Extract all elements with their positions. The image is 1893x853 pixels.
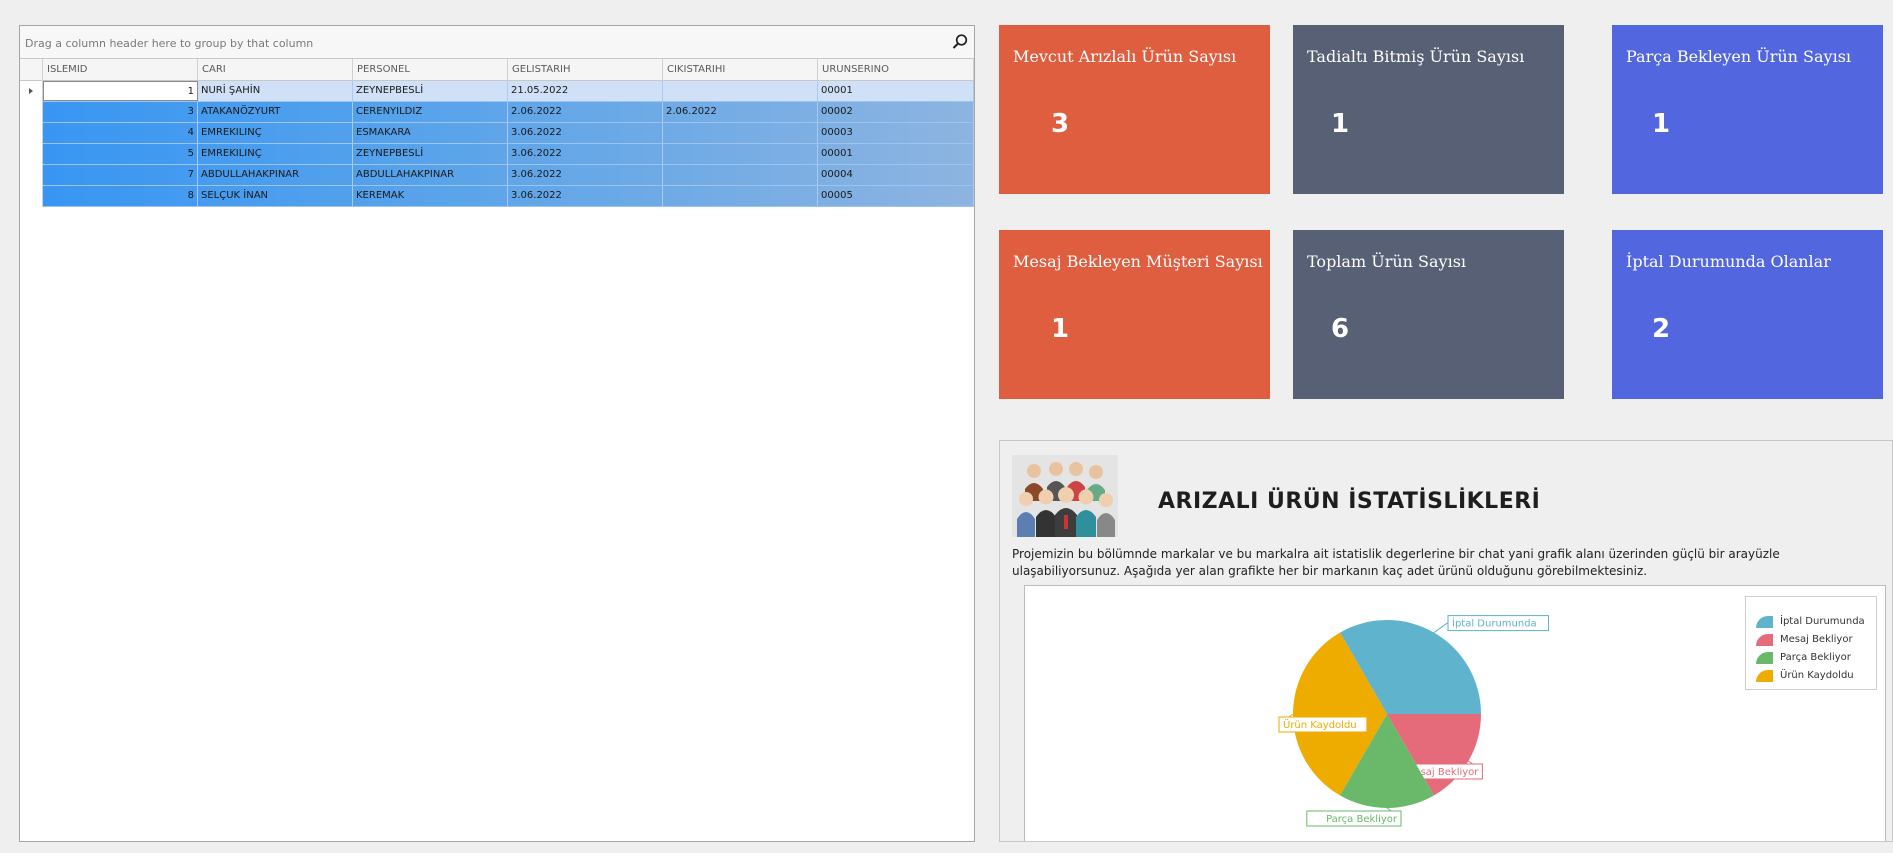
tile-mesaj-bekleyen[interactable]: Mesaj Bekleyen Müşteri Sayısı 1 [999, 230, 1270, 399]
cell-islemid[interactable]: 7 [43, 165, 198, 185]
cell-cari[interactable]: ATAKANÖZYURT [198, 102, 353, 122]
tile-iptal-durumunda[interactable]: İptal Durumunda Olanlar 2 [1612, 230, 1883, 399]
legend-label: Ürün Kaydoldu [1780, 670, 1854, 681]
cell-cikistarihi[interactable]: 2.06.2022 [663, 102, 818, 122]
cell-islemid[interactable]: 3 [43, 102, 198, 122]
stats-title: ARIZALI ÜRÜN İSTATİSLİKLERİ [1158, 489, 1541, 514]
grid-header-row: ISLEMID CARI PERSONEL GELISTARIH CIKISTA… [20, 59, 974, 81]
column-header-urunserino[interactable]: URUNSERINO [818, 59, 974, 81]
row-indicator[interactable] [20, 165, 43, 186]
legend-label: İptal Durumunda [1780, 616, 1865, 627]
cell-islemid[interactable]: 8 [43, 186, 198, 206]
group-panel-hint: Drag a column header here to group by th… [25, 37, 314, 50]
cell-cari[interactable]: EMREKILINÇ [198, 144, 353, 164]
cell-urunserino[interactable]: 00004 [818, 165, 974, 185]
tile-mevcut-arizali[interactable]: Mevcut Arızlalı Ürün Sayısı 3 [999, 25, 1270, 194]
row-indicator[interactable] [20, 81, 43, 102]
tile-title: İptal Durumunda Olanlar [1626, 252, 1831, 271]
legend-swatch [1756, 670, 1773, 682]
legend-swatch [1756, 652, 1773, 664]
data-grid[interactable]: Drag a column header here to group by th… [19, 25, 975, 842]
table-row[interactable]: 7 ABDULLAHAKPINAR ABDULLAHAKPINAR 3.06.2… [20, 165, 974, 186]
pie-label: Ürün Kaydoldu [1278, 716, 1368, 733]
pie-label-leader [1433, 622, 1449, 634]
row-indicator[interactable] [20, 123, 43, 144]
cell-gelistarih[interactable]: 3.06.2022 [508, 186, 663, 206]
pie-label: Parça Bekliyor [1306, 810, 1402, 827]
cell-cari[interactable]: ABDULLAHAKPINAR [198, 165, 353, 185]
cell-urunserino[interactable]: 00003 [818, 123, 974, 143]
svg-text:İptal Durumunda: İptal Durumunda [1452, 617, 1537, 630]
tile-value: 1 [1331, 109, 1350, 139]
stats-description: Projemizin bu bölümnde markalar ve bu ma… [1012, 547, 1780, 578]
svg-text:Ürün Kaydoldu: Ürün Kaydoldu [1283, 718, 1357, 731]
cell-personel[interactable]: ZEYNEPBESLİ [353, 144, 508, 164]
column-header-cari[interactable]: CARI [198, 59, 353, 81]
legend-label: Mesaj Bekliyor [1780, 634, 1853, 645]
search-icon[interactable] [950, 32, 970, 52]
cell-urunserino[interactable]: 00005 [818, 186, 974, 206]
cell-personel[interactable]: ESMAKARA [353, 123, 508, 143]
table-row[interactable]: 4 EMREKILINÇ ESMAKARA 3.06.2022 00003 [20, 123, 974, 144]
cell-urunserino[interactable]: 00001 [818, 81, 974, 101]
tile-title: Parça Bekleyen Ürün Sayısı [1626, 47, 1852, 66]
legend-swatch [1756, 616, 1773, 628]
group-by-panel[interactable]: Drag a column header here to group by th… [20, 26, 974, 59]
table-row[interactable]: 5 EMREKILINÇ ZEYNEPBESLİ 3.06.2022 00001 [20, 144, 974, 165]
column-header-gelistarih[interactable]: GELISTARIH [508, 59, 663, 81]
cell-personel[interactable]: CERENYILDIZ [353, 102, 508, 122]
table-row[interactable]: 8 SELÇUK İNAN KEREMAK 3.06.2022 00005 [20, 186, 974, 207]
row-indicator-header [20, 59, 43, 81]
cell-gelistarih[interactable]: 3.06.2022 [508, 123, 663, 143]
table-row[interactable]: 1 NURİ ŞAHİN ZEYNEPBESLİ 21.05.2022 0000… [20, 81, 974, 102]
tile-title: Mesaj Bekleyen Müşteri Sayısı [1013, 252, 1263, 271]
cell-urunserino[interactable]: 00001 [818, 144, 974, 164]
row-indicator[interactable] [20, 144, 43, 165]
cell-personel[interactable]: ZEYNEPBESLİ [353, 81, 508, 101]
people-group-image [1012, 455, 1118, 537]
pie-label: İptal Durumunda [1447, 615, 1549, 632]
cell-personel[interactable]: KEREMAK [353, 186, 508, 206]
stats-panel: ARIZALI ÜRÜN İSTATİSLİKLERİ Projemizin b… [999, 440, 1893, 842]
tile-value: 1 [1652, 109, 1671, 139]
row-indicator[interactable] [20, 102, 43, 123]
cell-cikistarihi[interactable] [663, 81, 818, 101]
table-row[interactable]: 3 ATAKANÖZYURT CERENYILDIZ 2.06.2022 2.0… [20, 102, 974, 123]
cell-gelistarih[interactable]: 2.06.2022 [508, 102, 663, 122]
chart-legend: İptal Durumunda Mesaj Bekliyor Parça Bek… [1745, 596, 1877, 690]
tile-value: 3 [1051, 109, 1070, 139]
cell-cikistarihi[interactable] [663, 186, 818, 206]
cell-urunserino[interactable]: 00002 [818, 102, 974, 122]
tile-value: 2 [1652, 314, 1671, 344]
cell-islemid[interactable]: 1 [43, 81, 198, 101]
cell-cikistarihi[interactable] [663, 165, 818, 185]
cell-islemid[interactable]: 5 [43, 144, 198, 164]
tile-title: Toplam Ürün Sayısı [1307, 252, 1467, 271]
column-header-personel[interactable]: PERSONEL [353, 59, 508, 81]
cell-cari[interactable]: NURİ ŞAHİN [198, 81, 353, 101]
svg-text:Parça Bekliyor: Parça Bekliyor [1326, 814, 1398, 825]
column-header-islemid[interactable]: ISLEMID [43, 59, 198, 81]
tile-value: 1 [1051, 314, 1070, 344]
tile-title: Mevcut Arızlalı Ürün Sayısı [1013, 47, 1237, 66]
pie-chart[interactable]: İptal Durumunda Mesaj Bekliyor Parça Bekli… [1024, 585, 1886, 841]
row-indicator[interactable] [20, 186, 43, 207]
tile-tadilati-bitmis[interactable]: Tadialtı Bitmiş Ürün Sayısı 1 [1293, 25, 1564, 194]
cell-islemid[interactable]: 4 [43, 123, 198, 143]
cell-cikistarihi[interactable] [663, 123, 818, 143]
legend-swatch [1756, 634, 1773, 646]
cell-personel[interactable]: ABDULLAHAKPINAR [353, 165, 508, 185]
cell-cari[interactable]: SELÇUK İNAN [198, 186, 353, 206]
tile-title: Tadialtı Bitmiş Ürün Sayısı [1307, 47, 1525, 66]
column-header-cikistarihi[interactable]: CIKISTARIHI [663, 59, 818, 81]
cell-gelistarih[interactable]: 3.06.2022 [508, 165, 663, 185]
cell-gelistarih[interactable]: 21.05.2022 [508, 81, 663, 101]
tile-toplam-urun[interactable]: Toplam Ürün Sayısı 6 [1293, 230, 1564, 399]
cell-cikistarihi[interactable] [663, 144, 818, 164]
cell-gelistarih[interactable]: 3.06.2022 [508, 144, 663, 164]
tile-value: 6 [1331, 314, 1350, 344]
legend-label: Parça Bekliyor [1780, 652, 1851, 663]
cell-cari[interactable]: EMREKILINÇ [198, 123, 353, 143]
tile-parca-bekleyen[interactable]: Parça Bekleyen Ürün Sayısı 1 [1612, 25, 1883, 194]
